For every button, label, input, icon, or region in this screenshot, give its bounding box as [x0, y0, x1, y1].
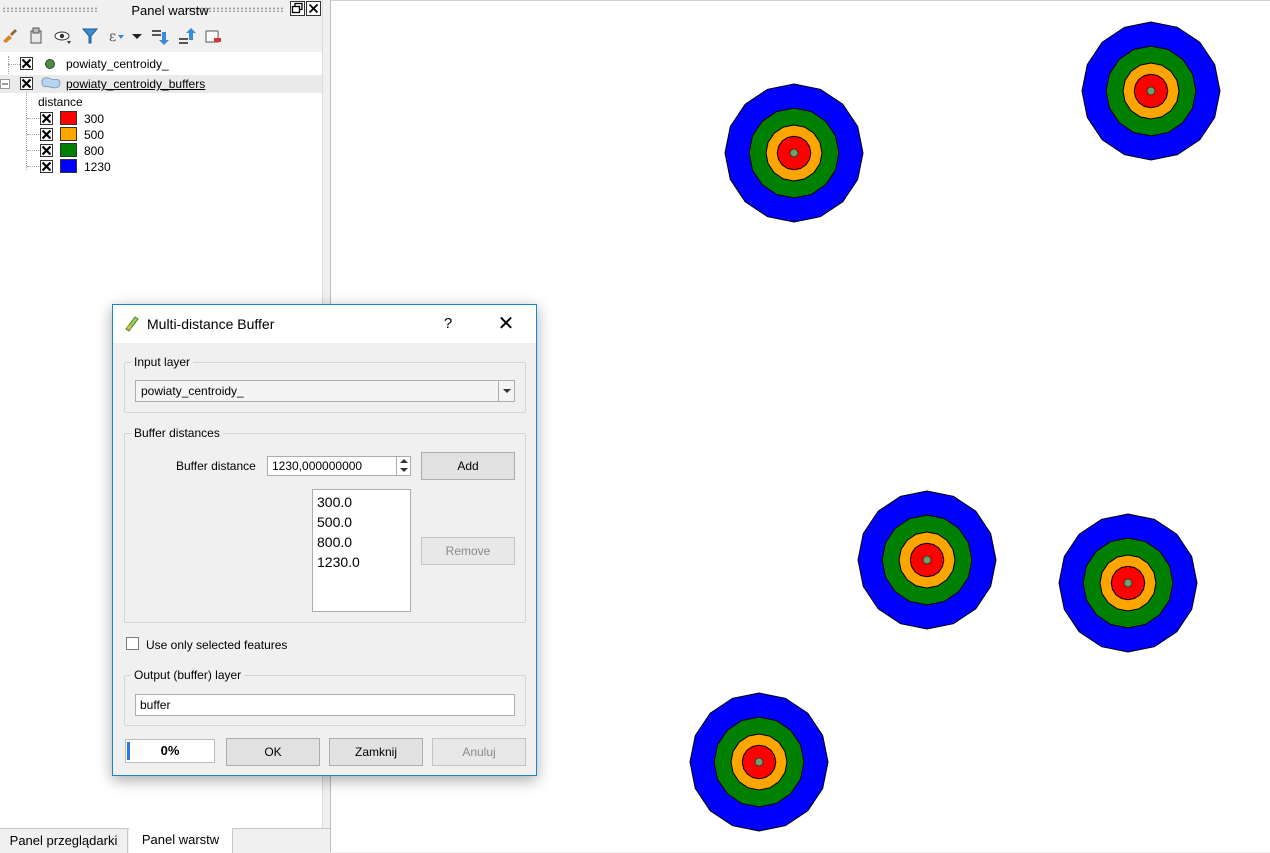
progress-bar: 0%: [125, 739, 215, 763]
filter-icon[interactable]: [80, 26, 100, 46]
class-label: 500: [84, 128, 105, 142]
centroid-point: [789, 148, 799, 158]
collapse-all-icon[interactable]: [176, 26, 196, 46]
class-label: 1230: [84, 160, 111, 174]
close-panel-button[interactable]: [306, 1, 321, 16]
spin-arrows[interactable]: [396, 457, 410, 475]
layer-name: powiaty_centroidy_buffers: [66, 77, 206, 91]
output-layer-value: buffer: [140, 698, 171, 712]
buffer-feature: [1081, 21, 1221, 161]
class-label: 300: [84, 112, 105, 126]
help-button[interactable]: ?: [438, 315, 458, 332]
centroid-point: [1146, 86, 1156, 96]
class-checkbox[interactable]: [40, 144, 53, 157]
layer-name: powiaty_centroidy_: [66, 57, 169, 71]
dropdown-arrow-icon[interactable]: [128, 26, 148, 46]
buffer-feature: [689, 692, 829, 832]
buffer-feature: [857, 490, 997, 630]
remove-button[interactable]: Remove: [421, 537, 515, 565]
cancel-button[interactable]: Anuluj: [432, 738, 526, 766]
expand-all-icon[interactable]: [149, 26, 169, 46]
classification-field-label: distance: [38, 95, 83, 109]
group-title: Output (buffer) layer: [131, 668, 245, 682]
panel-header[interactable]: Panel warstw: [0, 0, 322, 20]
list-item[interactable]: 300.0: [317, 493, 406, 513]
layer-visibility-checkbox[interactable]: [20, 77, 33, 90]
spinbox-value: 1230,000000000: [272, 459, 363, 473]
svg-text:ε: ε: [109, 29, 116, 45]
panel-title: Panel warstw: [131, 3, 209, 18]
centroid-point: [754, 757, 764, 767]
list-item[interactable]: 800.0: [317, 533, 406, 553]
combo-value: powiaty_centroidy_: [141, 384, 244, 398]
qgis-plugin-icon: [125, 316, 139, 332]
input-layer-combobox[interactable]: powiaty_centroidy_: [135, 380, 515, 402]
add-group-icon[interactable]: [26, 26, 46, 46]
chevron-down-icon[interactable]: [498, 381, 514, 401]
eye-icon[interactable]: [53, 26, 73, 46]
bottom-tab-bar: Panel przeglądarki Panel warstw: [0, 828, 330, 853]
class-checkbox[interactable]: [40, 112, 53, 125]
close-button[interactable]: Zamknij: [329, 738, 423, 766]
progress-text: 0%: [160, 743, 180, 758]
list-item[interactable]: 500.0: [317, 513, 406, 533]
expression-filter-icon[interactable]: ε: [107, 26, 127, 46]
collapse-toggle-icon[interactable]: [0, 79, 10, 89]
point-symbol-icon: [45, 59, 55, 69]
close-icon: [308, 3, 319, 14]
class-color-swatch: [60, 143, 77, 157]
class-label: 800: [84, 144, 105, 158]
restore-icon: [291, 2, 303, 14]
class-color-swatch: [60, 159, 77, 173]
layer-row-buffers[interactable]: powiaty_centroidy_buffers: [0, 75, 322, 93]
add-button[interactable]: Add: [421, 452, 515, 480]
output-layer-input[interactable]: buffer: [135, 694, 515, 716]
progress-fill: [127, 742, 130, 760]
centroid-point: [922, 555, 932, 565]
class-checkbox[interactable]: [40, 128, 53, 141]
layer-visibility-checkbox[interactable]: [20, 57, 33, 70]
legend-class-row[interactable]: 1230: [0, 158, 322, 176]
polygon-symbol-icon: [41, 77, 61, 89]
buffer-feature: [1058, 513, 1198, 653]
class-color-swatch: [60, 111, 77, 125]
dialog-title: Multi-distance Buffer: [147, 316, 275, 332]
layer-row-centroids[interactable]: powiaty_centroidy_: [0, 55, 322, 73]
buffer-feature: [724, 83, 864, 223]
group-title: Input layer: [131, 355, 194, 369]
dialog-titlebar[interactable]: Multi-distance Buffer ? ✕: [113, 305, 536, 343]
layers-toolbar: ε: [0, 20, 322, 52]
float-panel-button[interactable]: [290, 1, 305, 16]
multi-distance-buffer-dialog: Multi-distance Buffer ? ✕ Input layer po…: [112, 304, 537, 776]
group-title: Buffer distances: [131, 426, 223, 440]
brush-icon[interactable]: [0, 26, 20, 46]
buffer-distance-label: Buffer distance: [176, 459, 256, 473]
class-checkbox[interactable]: [40, 160, 53, 173]
spin-up-icon[interactable]: [400, 459, 408, 463]
centroid-point: [1123, 578, 1133, 588]
use-selected-label: Use only selected features: [146, 638, 288, 652]
buffer-distance-spinbox[interactable]: 1230,000000000: [267, 456, 411, 476]
list-item[interactable]: 1230.0: [317, 553, 406, 573]
use-selected-checkbox[interactable]: [126, 637, 139, 650]
class-color-swatch: [60, 127, 77, 141]
distance-list[interactable]: 300.0 500.0 800.0 1230.0: [312, 489, 411, 612]
close-dialog-button[interactable]: ✕: [493, 313, 519, 335]
ok-button[interactable]: OK: [226, 738, 320, 766]
remove-layer-icon[interactable]: [203, 26, 223, 46]
spin-down-icon[interactable]: [400, 468, 408, 472]
tab-browser-panel[interactable]: Panel przeglądarki: [0, 829, 128, 853]
tab-layers-panel[interactable]: Panel warstw: [129, 828, 233, 853]
